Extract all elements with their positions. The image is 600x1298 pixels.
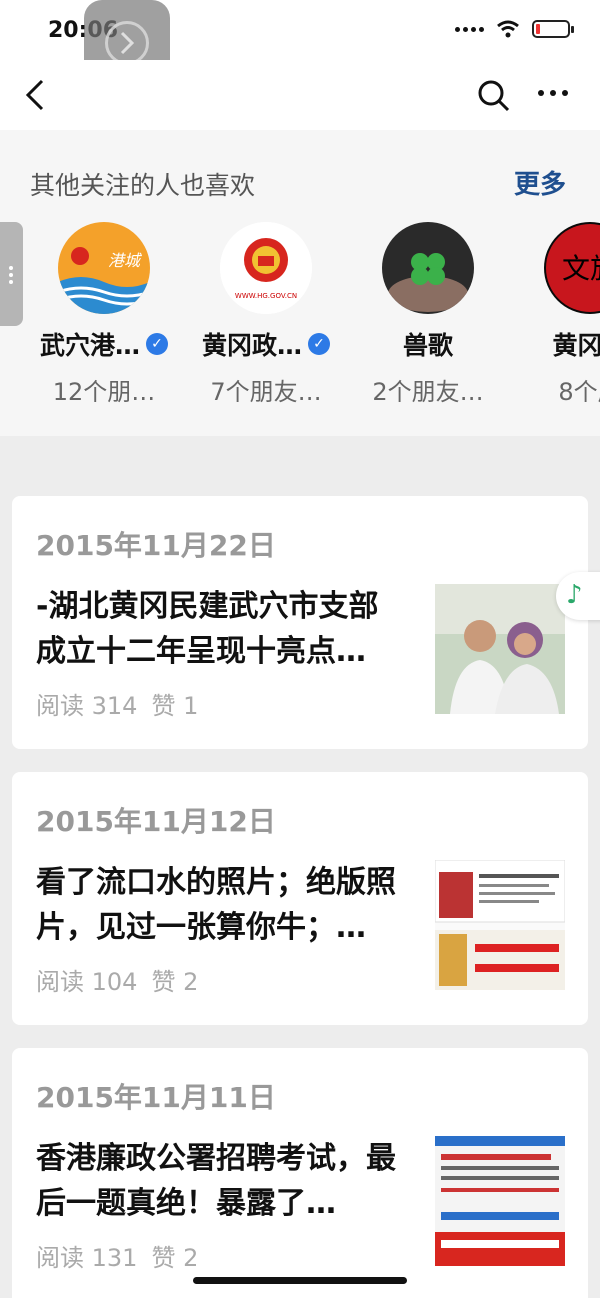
signal-icon (455, 26, 484, 32)
article-title: 看了流口水的照片；绝版照片，见过一张算你牛；… (36, 865, 396, 945)
article-meta: 阅读 314 赞 1 (36, 686, 198, 721)
read-count: 阅读 314 (36, 692, 138, 720)
article-thumbnail (435, 584, 565, 714)
home-indicator[interactable] (193, 1277, 407, 1284)
account-name: 武穴港… ✓ (23, 326, 185, 362)
music-player-tab[interactable]: ♪ (556, 572, 600, 620)
recommend-title: 其他关注的人也喜欢 (30, 171, 256, 200)
party-emblem-avatar: 港城 (58, 222, 150, 314)
like-count: 赞 2 (151, 968, 199, 996)
verified-icon: ✓ (146, 333, 168, 355)
recommend-section: 其他关注的人也喜欢 更多 港城 武穴港… ✓ 12个朋… WWW.HG.GOV.… (0, 130, 600, 436)
svg-text:WWW.HG.GOV.CN: WWW.HG.GOV.CN (235, 292, 297, 300)
article-card[interactable]: 2015年11月22日 -湖北黄冈民建武穴市支部成立十二年呈现十亮点… 阅读 3… (12, 496, 588, 749)
read-count: 阅读 131 (36, 1244, 138, 1272)
back-icon[interactable] (22, 78, 50, 112)
article-date: 2015年11月11日 (36, 1081, 276, 1114)
svg-text:文旅: 文旅 (562, 252, 600, 285)
account-name: 黄冈政… ✓ (185, 326, 347, 362)
article-title: -湖北黄冈民建武穴市支部成立十二年呈现十亮点… (36, 589, 379, 669)
clover-avatar (382, 222, 474, 314)
national-emblem-avatar: WWW.HG.GOV.CN (220, 222, 312, 314)
article-date: 2015年11月22日 (36, 529, 276, 562)
account-card[interactable]: 文旅 黄冈市 8个朋 (509, 222, 600, 407)
battery-icon (532, 20, 574, 38)
search-icon[interactable] (476, 78, 512, 114)
article-card[interactable]: 2015年11月11日 香港廉政公署招聘考试，最后一题真绝！暴露了… 阅读 13… (12, 1048, 588, 1298)
account-card[interactable]: 港城 武穴港… ✓ 12个朋… (23, 222, 185, 407)
account-card[interactable]: 兽歌 2个朋友… (347, 222, 509, 407)
culture-tourism-avatar: 文旅 (544, 222, 600, 314)
more-link[interactable]: 更多 (514, 164, 566, 201)
account-name: 兽歌 (402, 331, 453, 360)
svg-text:港城: 港城 (108, 251, 142, 270)
article-date: 2015年11月12日 (36, 805, 276, 838)
like-count: 赞 2 (151, 1244, 199, 1272)
mutual-friends: 12个朋… (52, 378, 156, 406)
account-card[interactable]: WWW.HG.GOV.CN 黄冈政… ✓ 7个朋友… (185, 222, 347, 407)
article-meta: 阅读 104 赞 2 (36, 962, 198, 997)
chevron-right-icon (120, 31, 135, 55)
music-note-icon: ♪ (566, 580, 583, 610)
wifi-icon (497, 20, 519, 38)
nav-bar (0, 60, 600, 130)
like-count: 赞 1 (151, 692, 199, 720)
side-handle[interactable] (0, 222, 23, 326)
status-indicators (455, 20, 574, 38)
verified-icon: ✓ (308, 333, 330, 355)
article-thumbnail (435, 1136, 565, 1266)
article-thumbnail (435, 860, 565, 990)
mutual-friends: 2个朋友… (372, 378, 484, 406)
account-name: 黄冈市 (552, 331, 600, 360)
mutual-friends: 7个朋友… (210, 378, 322, 406)
article-card[interactable]: 2015年11月12日 看了流口水的照片；绝版照片，见过一张算你牛；… 阅读 1… (12, 772, 588, 1025)
more-icon[interactable] (538, 90, 568, 96)
article-meta: 阅读 131 赞 2 (36, 1238, 198, 1273)
mutual-friends: 8个朋 (558, 378, 600, 406)
article-title: 香港廉政公署招聘考试，最后一题真绝！暴露了… (36, 1141, 396, 1221)
read-count: 阅读 104 (36, 968, 138, 996)
